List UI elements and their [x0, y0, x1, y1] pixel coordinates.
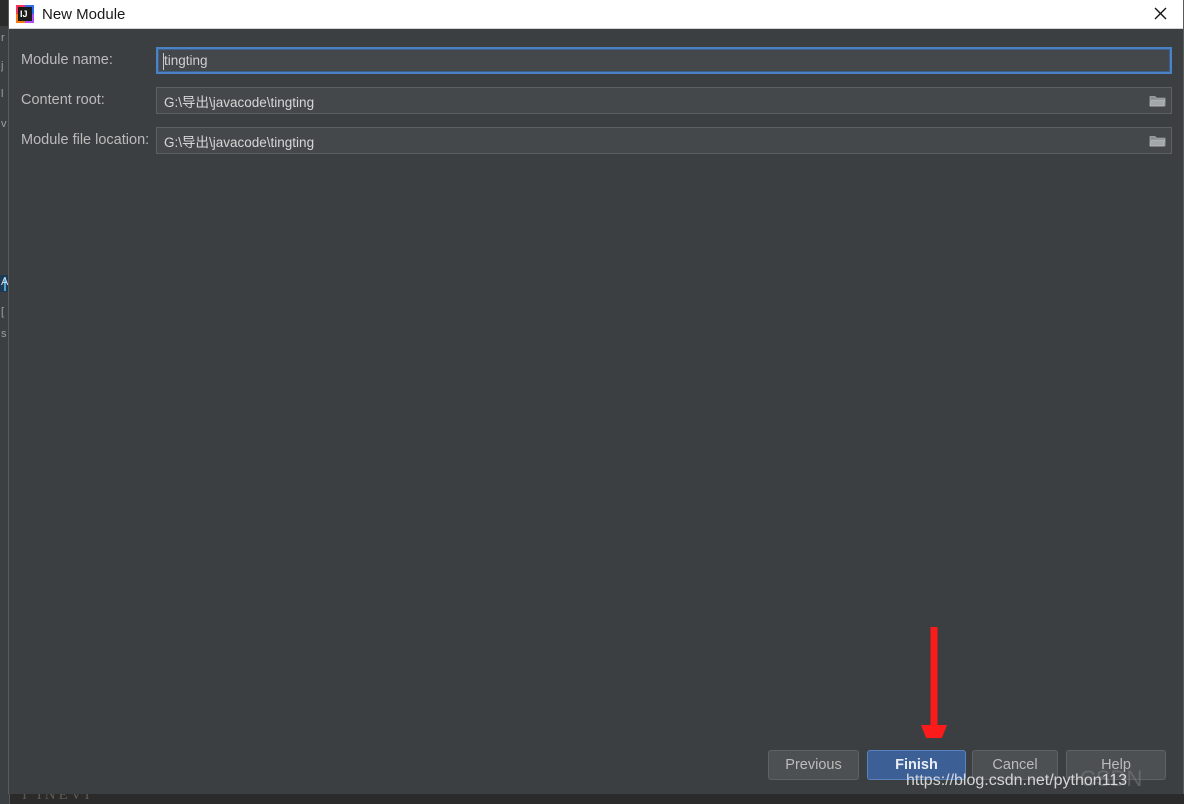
module-name-input[interactable]: tingting	[156, 47, 1172, 74]
dialog-body: Module name: tingting Content root: G:\导…	[9, 29, 1183, 794]
form-row-module-name: Module name: tingting	[9, 47, 1183, 74]
label-content-root: Content root:	[21, 92, 105, 108]
dialog-button-bar: Previous Finish Cancel Help	[9, 738, 1183, 794]
form-row-module-file-location: Module file location: G:\导出\javacode\tin…	[9, 127, 1183, 154]
previous-button[interactable]: Previous	[768, 750, 859, 780]
cancel-button[interactable]: Cancel	[972, 750, 1058, 780]
dialog-title: New Module	[42, 5, 126, 23]
intellij-idea-icon: IJ	[16, 5, 34, 23]
form-row-content-root: Content root: G:\导出\javacode\tingting	[9, 87, 1183, 114]
label-module-file-location: Module file location:	[21, 132, 150, 148]
close-icon[interactable]	[1137, 0, 1183, 27]
folder-icon[interactable]	[1147, 91, 1167, 111]
content-root-input[interactable]: G:\导出\javacode\tingting	[156, 87, 1172, 114]
text-caret	[163, 53, 164, 70]
finish-button[interactable]: Finish	[867, 750, 966, 780]
label-module-name: Module name:	[21, 52, 113, 68]
dialog-titlebar: IJ New Module	[9, 0, 1183, 29]
module-file-location-value: G:\导出\javacode\tingting	[164, 134, 315, 150]
new-module-dialog: IJ New Module Module name: tingting Cont…	[8, 0, 1184, 794]
module-name-value: tingting	[164, 53, 208, 68]
folder-icon[interactable]	[1147, 131, 1167, 151]
help-button[interactable]: Help	[1066, 750, 1166, 780]
content-root-value: G:\导出\javacode\tingting	[164, 94, 315, 110]
module-file-location-input[interactable]: G:\导出\javacode\tingting	[156, 127, 1172, 154]
